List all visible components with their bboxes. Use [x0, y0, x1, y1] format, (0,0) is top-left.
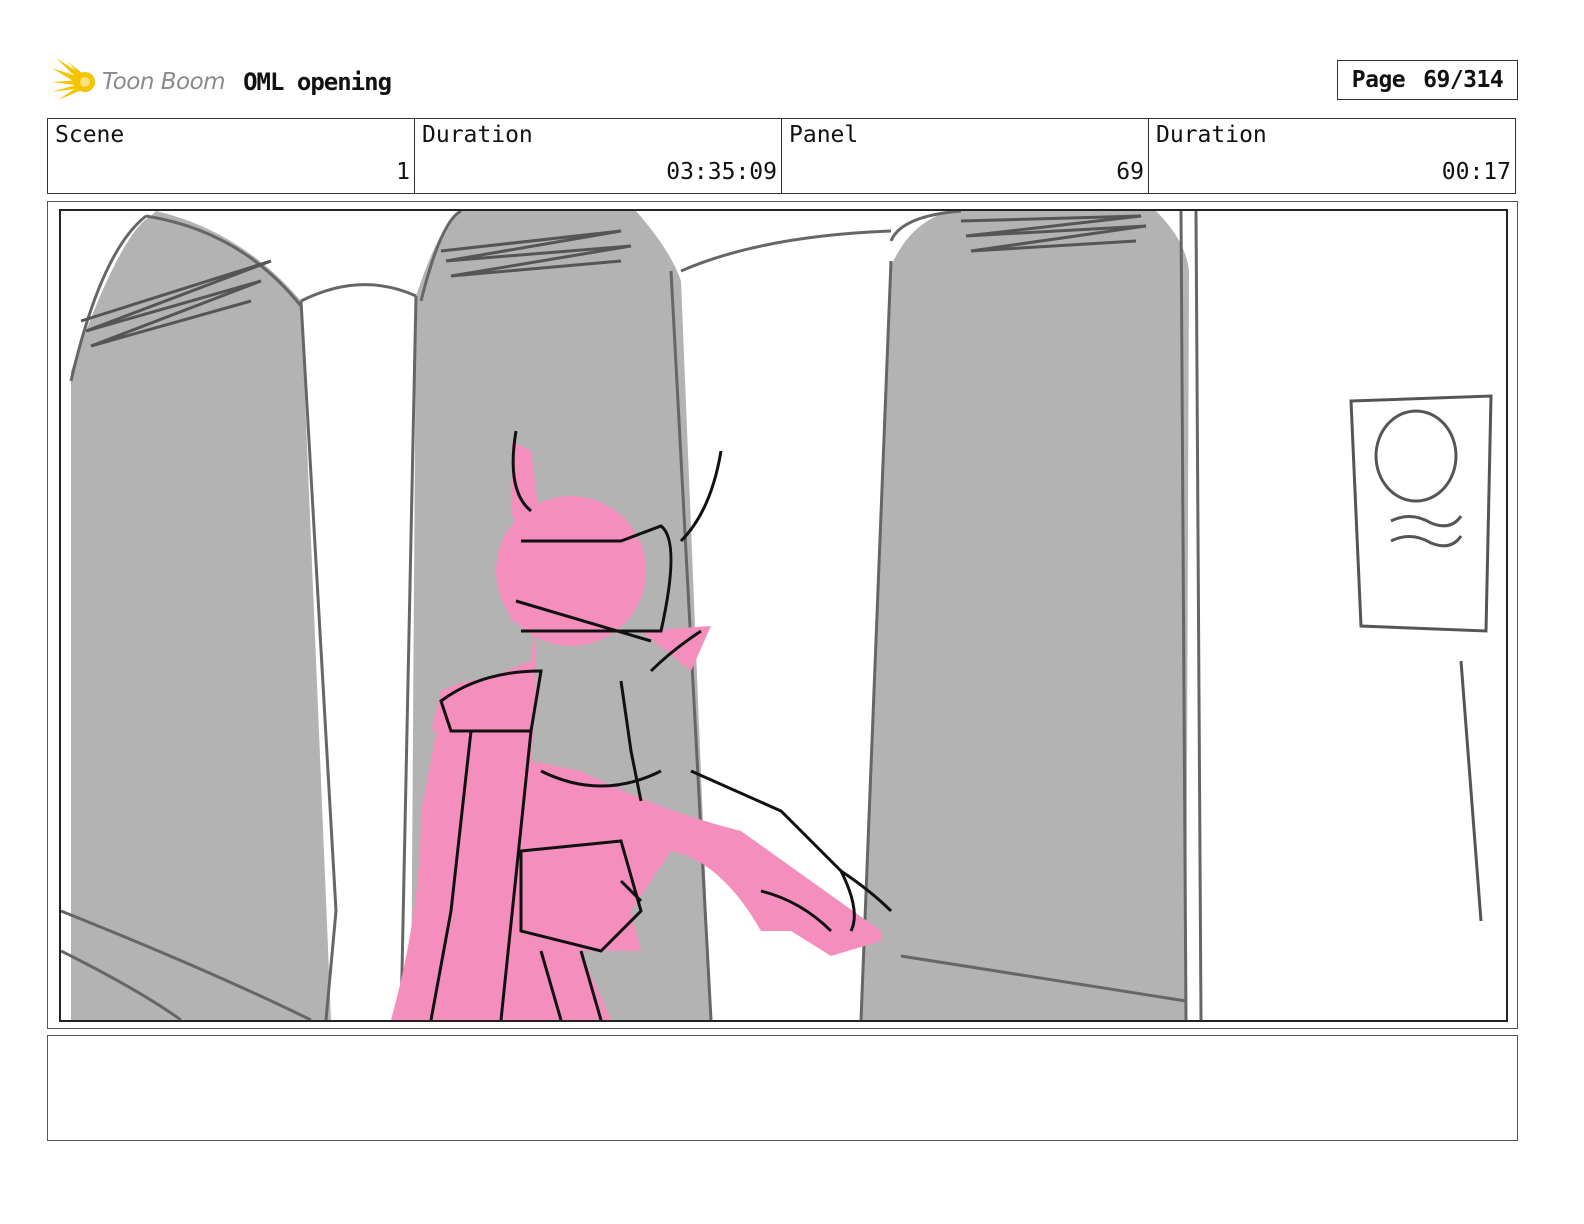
- scene-duration-label: Duration: [422, 122, 533, 148]
- scene-cell: Scene 1: [48, 119, 415, 193]
- logo-text: Toon Boom: [102, 69, 226, 95]
- scene-value: 1: [396, 159, 410, 185]
- storyboard-sketch: [61, 211, 1493, 1020]
- toon-boom-logo: Toon Boom: [52, 58, 226, 106]
- project-title: OML opening: [243, 68, 392, 96]
- arch-left: [71, 211, 331, 1020]
- panel-duration-cell: Duration 00:17: [1149, 119, 1515, 193]
- arch-right: [861, 211, 1189, 1020]
- page-indicator: Page 69/314: [1337, 60, 1518, 100]
- scene-label: Scene: [55, 122, 125, 148]
- scene-duration-value: 03:35:09: [666, 159, 777, 185]
- panel-cell: Panel 69: [782, 119, 1149, 193]
- scene-duration-cell: Duration 03:35:09: [415, 119, 782, 193]
- panel-drawing: [59, 209, 1508, 1022]
- storyboard-header: Toon Boom OML opening: [52, 56, 392, 108]
- wall-poster: [1349, 394, 1493, 922]
- panel-info-table: Scene 1 Duration 03:35:09 Panel 69 Durat…: [47, 118, 1516, 194]
- panel-notes: [47, 1035, 1518, 1141]
- panel-label: Panel: [789, 122, 859, 148]
- panel-value: 69: [1116, 159, 1144, 185]
- page-label: Page: [1351, 67, 1406, 93]
- starburst-icon: [52, 58, 95, 100]
- panel-duration-value: 00:17: [1441, 159, 1511, 185]
- page-number: 69/314: [1423, 67, 1504, 93]
- panel-duration-label: Duration: [1156, 122, 1267, 148]
